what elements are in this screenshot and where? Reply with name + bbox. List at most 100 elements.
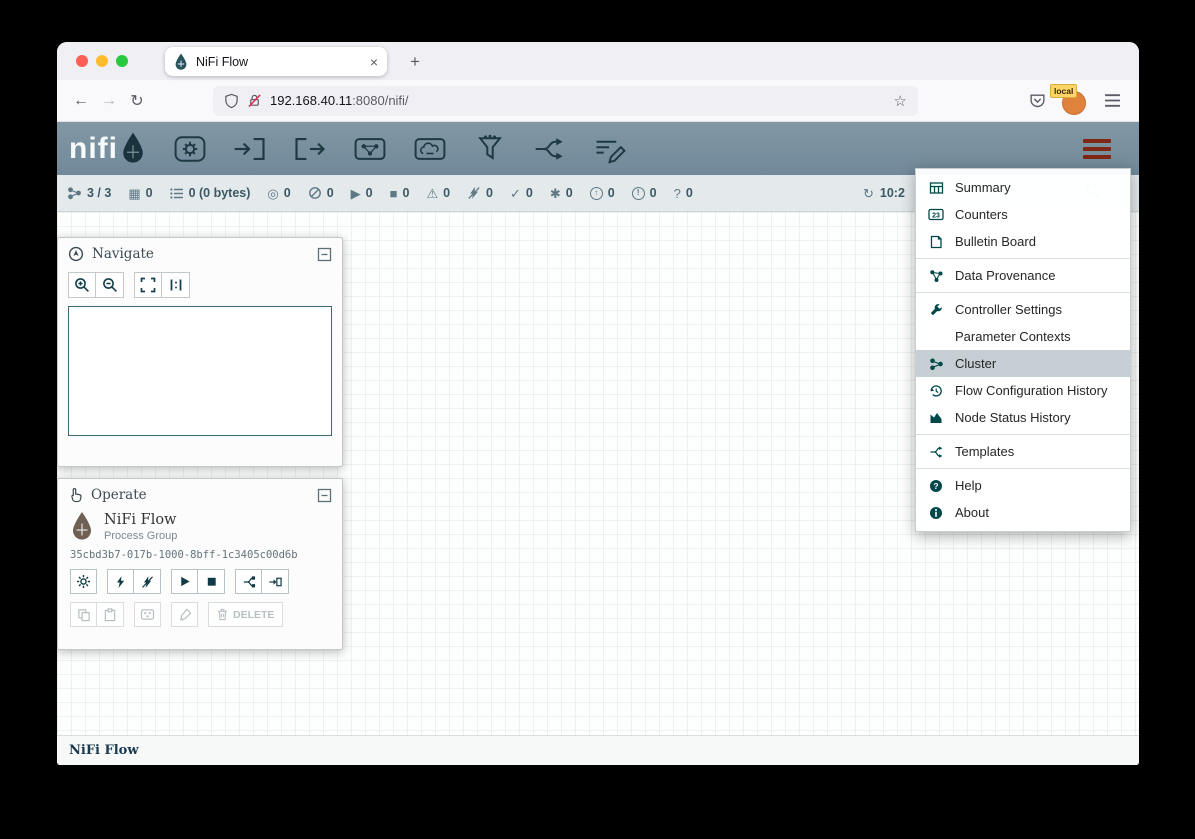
navigate-controls [58, 270, 342, 298]
new-tab-button[interactable]: + [403, 50, 427, 74]
sync-failure-stat: ? 0 [674, 186, 693, 200]
reload-button[interactable]: ↻ [123, 87, 151, 115]
queued-count: 0 (0 bytes) [189, 186, 251, 200]
queued-stat: 0 (0 bytes) [170, 186, 251, 200]
menu-item-node-status-history[interactable]: Node Status History [916, 404, 1130, 431]
bookmark-star-icon[interactable]: ☆ [894, 92, 907, 110]
browser-toolbar: ← → ↻ 192.168.40.11:8080/nifi/ ☆ local [57, 80, 1139, 122]
templates-icon [927, 445, 945, 459]
compass-icon [68, 246, 84, 262]
nifi-logo-text: nifi [69, 134, 118, 164]
running-stat: ▶ 0 [351, 186, 373, 200]
maximize-window-button[interactable] [116, 55, 128, 67]
processor-component[interactable] [172, 133, 208, 165]
svg-text:?: ? [933, 481, 938, 491]
stale-icon: ↑ [590, 187, 603, 200]
profile-badge: local [1050, 84, 1077, 98]
active-threads-count: 0 [146, 186, 153, 200]
refresh-icon[interactable]: ↻ [863, 187, 874, 200]
disabled-icon [467, 186, 481, 200]
collapse-operate-button[interactable] [317, 488, 332, 503]
invalid-icon: ⚠ [426, 187, 438, 200]
summary-table-icon [927, 181, 945, 195]
active-threads-stat: ▦ 0 [128, 186, 152, 200]
remote-process-group-component[interactable] [412, 133, 448, 165]
menu-item-flow-configuration-history[interactable]: Flow Configuration History [916, 377, 1130, 404]
back-button[interactable]: ← [67, 87, 95, 115]
menu-divider [916, 258, 1130, 259]
tab-bar: NiFi Flow × + [57, 42, 1139, 80]
navigate-header: Navigate [58, 238, 342, 270]
zoom-actual-size-button[interactable] [162, 272, 190, 298]
operate-palette: Operate NiFi Flow Process Group 35cbd3b7… [57, 478, 343, 650]
delete-button[interactable]: DELETE [208, 602, 283, 627]
input-port-component[interactable] [232, 133, 268, 165]
menu-item-cluster[interactable]: Cluster [916, 350, 1130, 377]
menu-item-templates[interactable]: Templates [916, 438, 1130, 465]
up-to-date-icon: ✓ [510, 187, 521, 200]
minimize-window-button[interactable] [96, 55, 108, 67]
forward-button[interactable]: → [95, 87, 123, 115]
menu-item-bulletin-board[interactable]: Bulletin Board [916, 228, 1130, 255]
not-transmitting-icon [308, 186, 322, 200]
pocket-icon[interactable] [1029, 92, 1046, 109]
connected-nodes-stat: 3 / 3 [67, 186, 111, 200]
menu-item-controller-settings[interactable]: Controller Settings [916, 296, 1130, 323]
tracking-protection-shield-icon[interactable] [224, 93, 239, 109]
running-icon: ▶ [351, 187, 361, 200]
browser-tab[interactable]: NiFi Flow × [165, 47, 387, 76]
url-path: :8080/nifi/ [352, 93, 408, 108]
menu-item-about[interactable]: About [916, 499, 1130, 526]
menu-item-summary[interactable]: Summary [916, 174, 1130, 201]
stopped-icon: ■ [390, 187, 398, 200]
close-window-button[interactable] [76, 55, 88, 67]
not-transmitting-count: 0 [327, 186, 334, 200]
process-group-component[interactable] [352, 133, 388, 165]
profile-avatar[interactable]: local [1062, 88, 1088, 114]
breadcrumb[interactable]: NiFi Flow [69, 743, 139, 758]
locally-modified-count: 0 [566, 186, 573, 200]
label-component[interactable] [592, 133, 628, 165]
configuration-button[interactable] [70, 569, 97, 594]
process-group-drop-icon [70, 512, 94, 542]
copy-button[interactable] [70, 602, 97, 627]
funnel-component[interactable] [472, 133, 508, 165]
template-component[interactable] [532, 133, 568, 165]
app-menu-hamburger-icon[interactable] [1104, 93, 1121, 108]
operate-buttons-row-1 [58, 561, 342, 594]
zoom-fit-button[interactable] [134, 272, 162, 298]
locally-modified-stale-icon: ! [632, 187, 645, 200]
stop-button[interactable] [198, 569, 225, 594]
url-host: 192.168.40.11 [270, 93, 352, 108]
start-button[interactable] [171, 569, 198, 594]
fill-color-button[interactable] [171, 602, 198, 627]
global-menu: Summary 23 Counters Bulletin Board [915, 168, 1131, 532]
menu-item-help[interactable]: ? Help [916, 472, 1130, 499]
menu-item-parameter-contexts[interactable]: Parameter Contexts [916, 323, 1130, 350]
insecure-lock-icon[interactable] [247, 93, 262, 108]
group-button[interactable] [134, 602, 161, 627]
last-refreshed-time: 10:2 [880, 186, 905, 200]
tab-close-icon[interactable]: × [370, 55, 378, 69]
zoom-in-button[interactable] [68, 272, 96, 298]
menu-divider [916, 292, 1130, 293]
menu-item-counters[interactable]: 23 Counters [916, 201, 1130, 228]
running-count: 0 [366, 186, 373, 200]
paste-button[interactable] [97, 602, 124, 627]
disable-button[interactable] [134, 569, 161, 594]
nifi-global-menu-button[interactable] [1083, 139, 1111, 159]
refresh-status[interactable]: ↻ 10:2 [863, 175, 905, 211]
create-template-button[interactable] [235, 569, 262, 594]
selected-flow-type: Process Group [104, 530, 177, 542]
menu-item-data-provenance[interactable]: Data Provenance [916, 262, 1130, 289]
output-port-component[interactable] [292, 133, 328, 165]
url-bar[interactable]: 192.168.40.11:8080/nifi/ ☆ [213, 86, 918, 116]
bulletin-board-icon [927, 235, 945, 249]
locally-modified-stat: ✱ 0 [550, 186, 573, 200]
enable-button[interactable] [107, 569, 134, 594]
zoom-out-button[interactable] [96, 272, 124, 298]
birdseye-minimap[interactable] [68, 306, 332, 436]
locally-modified-stale-stat: ! 0 [632, 186, 657, 200]
collapse-navigate-button[interactable] [317, 247, 332, 262]
upload-template-button[interactable] [262, 569, 289, 594]
